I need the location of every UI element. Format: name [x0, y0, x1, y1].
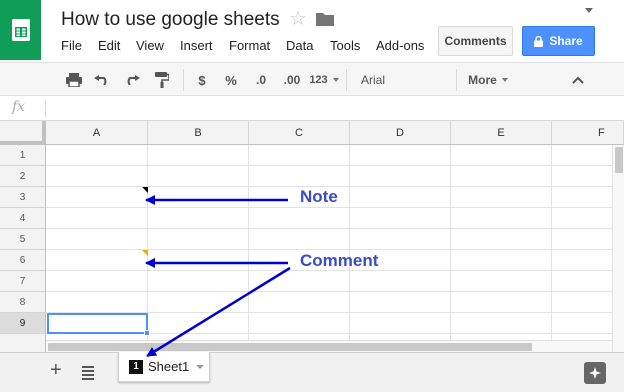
sheet-number-badge: 1 [129, 359, 143, 374]
undo-icon[interactable] [90, 63, 114, 97]
comment-annotation-label: Comment [300, 251, 379, 270]
font-label: Arial [361, 73, 386, 87]
comments-button[interactable]: Comments [438, 26, 513, 56]
star-icon[interactable]: ☆ [289, 9, 307, 29]
menu-insert[interactable]: Insert [180, 38, 213, 53]
row-header-5[interactable]: 5 [0, 229, 46, 250]
font-dropdown[interactable]: Arial [350, 63, 454, 97]
row-header-7[interactable]: 7 [0, 271, 46, 292]
chevron-down-icon[interactable] [196, 365, 204, 369]
row-header-8[interactable]: 8 [0, 292, 46, 313]
sheets-logo-icon[interactable] [0, 0, 41, 60]
share-label: Share [549, 34, 583, 48]
formula-bar: fx [0, 96, 624, 121]
header: How to use google sheets ☆ File Edit Vie… [0, 0, 624, 62]
sheet-tab[interactable]: 1 Sheet1 [118, 352, 210, 382]
sheet-tab-label: Sheet1 [148, 359, 190, 374]
more-label: More [468, 73, 497, 87]
collapse-toolbar-icon[interactable] [566, 63, 590, 97]
column-header-d[interactable]: D [350, 121, 451, 145]
redo-icon[interactable] [120, 63, 144, 97]
column-header-e[interactable]: E [451, 121, 552, 145]
explore-icon[interactable] [584, 362, 606, 384]
menu-file[interactable]: File [61, 38, 82, 53]
number-format-label: 123 [309, 74, 328, 86]
menu-view[interactable]: View [136, 38, 164, 53]
selected-cell[interactable] [47, 313, 148, 334]
lock-icon [534, 35, 544, 47]
decrease-decimals-label: .0 [255, 73, 266, 87]
spreadsheet-app: How to use google sheets ☆ File Edit Vie… [0, 0, 624, 392]
sheet-tab-bar: + 1 Sheet1 [0, 352, 624, 392]
row-header-3[interactable]: 3 [0, 187, 46, 208]
menu-tools[interactable]: Tools [330, 38, 360, 53]
fill-handle[interactable] [144, 330, 150, 336]
print-icon[interactable] [62, 63, 86, 97]
column-header-f[interactable]: F [552, 121, 624, 145]
row-header-9[interactable]: 9 [0, 313, 46, 334]
select-all-corner[interactable] [0, 121, 46, 145]
share-button[interactable]: Share [522, 26, 595, 56]
increase-decimals-label: .00 [283, 73, 301, 87]
column-header-b[interactable]: B [148, 121, 249, 145]
more-dropdown[interactable]: More [462, 63, 514, 97]
decrease-decimals-button[interactable]: .0 [248, 63, 274, 97]
fx-icon: fx [12, 99, 26, 115]
column-header-c[interactable]: C [249, 121, 350, 145]
vertical-scrollbar[interactable] [612, 145, 624, 352]
document-title[interactable]: How to use google sheets [61, 9, 280, 31]
note-indicator[interactable] [142, 187, 148, 193]
note-annotation-label: Note [300, 187, 338, 206]
horizontal-scrollbar[interactable] [46, 340, 612, 352]
row-header-1[interactable]: 1 [0, 145, 46, 166]
row-header-2[interactable]: 2 [0, 166, 46, 187]
menu-edit[interactable]: Edit [98, 38, 120, 53]
menu-data[interactable]: Data [286, 38, 313, 53]
percent-format-button[interactable]: % [219, 63, 243, 97]
menu-add-ons[interactable]: Add-ons [376, 38, 424, 53]
row-header-4[interactable]: 4 [0, 208, 46, 229]
chevron-down-icon [501, 78, 508, 82]
currency-format-button[interactable]: $ [192, 63, 212, 97]
menu-format[interactable]: Format [229, 38, 270, 53]
formula-input[interactable] [52, 100, 612, 117]
row-header-10[interactable] [0, 334, 46, 352]
add-sheet-icon[interactable]: + [50, 360, 62, 380]
horizontal-scroll-thumb[interactable] [48, 343, 532, 351]
number-format-dropdown[interactable]: 123 [308, 63, 340, 97]
toolbar: $ % .0 .00 123 Arial More [0, 62, 624, 96]
comment-indicator[interactable] [142, 250, 148, 256]
vertical-scroll-thumb[interactable] [615, 147, 623, 173]
row-header-6[interactable]: 6 [0, 250, 46, 271]
chevron-down-icon [332, 78, 339, 82]
folder-icon[interactable] [316, 12, 334, 31]
increase-decimals-button[interactable]: .00 [278, 63, 306, 97]
paint-format-icon[interactable] [150, 63, 174, 97]
spreadsheet-grid: A B C D E F 1 2 3 4 5 6 7 8 9 [0, 121, 624, 352]
column-header-a[interactable]: A [46, 121, 148, 145]
account-dropdown-icon[interactable] [585, 8, 593, 13]
all-sheets-menu-icon[interactable] [82, 366, 94, 382]
